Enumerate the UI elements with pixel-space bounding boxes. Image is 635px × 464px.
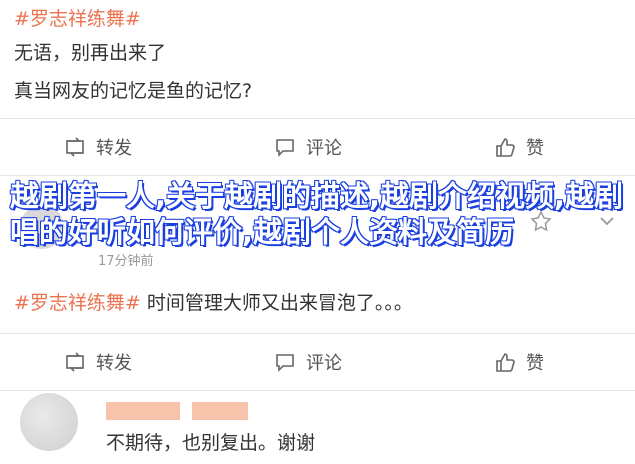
commenter-badge-redacted xyxy=(192,402,248,420)
post-card-1: #罗志祥练舞# 无语，别再出来了 真当网友的记忆是鱼的记忆? xyxy=(0,0,635,120)
like-label: 赞 xyxy=(526,138,544,159)
comment-label-2: 评论 xyxy=(306,353,342,374)
like-button-2[interactable]: 赞 xyxy=(494,334,544,390)
comment-icon xyxy=(276,139,294,157)
thumbs-up-icon xyxy=(496,138,515,157)
commenter-name-redacted xyxy=(106,402,180,420)
hashtag-link[interactable]: #罗志祥练舞# xyxy=(14,4,141,31)
hashtag-link-2[interactable]: #罗志祥练舞# xyxy=(14,292,141,314)
repost-icon xyxy=(66,137,84,157)
comment-button[interactable]: 评论 xyxy=(274,119,342,175)
post-body-2: 时间管理大师又出来冒泡了。。。 xyxy=(140,292,413,314)
repost-label-2: 转发 xyxy=(96,353,132,374)
post-text-line-1: 无语，别再出来了 xyxy=(14,42,167,64)
action-bar-1: 转发 评论 赞 xyxy=(0,118,635,176)
comment-text: 不期待，也别复出。谢谢 xyxy=(106,432,316,454)
post-text-2: #罗志祥练舞# 时间管理大师又出来冒泡了。。。 xyxy=(14,288,413,315)
comment-label: 评论 xyxy=(306,138,342,159)
comment-button-2[interactable]: 评论 xyxy=(274,334,342,390)
repost-label: 转发 xyxy=(96,138,132,159)
repost-button[interactable]: 转发 xyxy=(64,119,132,175)
repost-button-2[interactable]: 转发 xyxy=(64,334,132,390)
thumbs-up-icon xyxy=(496,353,515,372)
like-button[interactable]: 赞 xyxy=(494,119,544,175)
like-label-2: 赞 xyxy=(526,353,544,374)
action-bar-2: 转发 评论 赞 xyxy=(0,333,635,391)
post-timestamp: 17分钟前 xyxy=(98,254,154,269)
post-text-line-2: 真当网友的记忆是鱼的记忆? xyxy=(14,80,253,102)
overlay-headline: 越剧第一人,关于越剧的描述,越剧介绍视频,越剧唱的好听如何评价,越剧个人资料及简… xyxy=(9,178,624,250)
comment-icon xyxy=(276,354,294,372)
repost-icon xyxy=(66,352,84,372)
commenter-avatar[interactable] xyxy=(20,393,78,451)
